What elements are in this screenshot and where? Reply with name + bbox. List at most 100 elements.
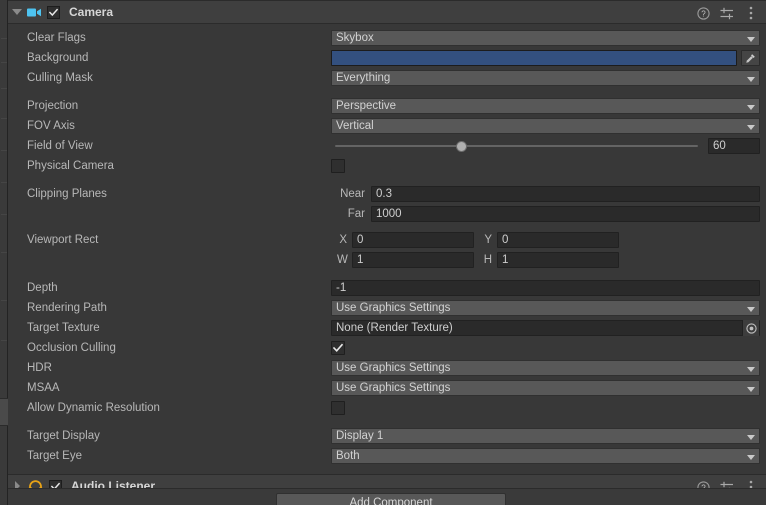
eyedropper-icon[interactable]	[741, 50, 760, 66]
add-component-button[interactable]: Add Component	[276, 493, 506, 505]
viewport-x-input[interactable]: 0	[352, 232, 474, 248]
fov-axis-dropdown[interactable]: Vertical	[331, 118, 760, 134]
property-row-culling-mask: Culling Mask Everything	[8, 68, 766, 88]
adjacent-panel-sliver	[0, 0, 8, 505]
camera-properties: Clear Flags Skybox Background Culling Ma…	[8, 24, 766, 474]
label-physical-camera: Physical Camera	[27, 160, 114, 172]
object-picker-icon[interactable]	[742, 320, 759, 336]
allow-dynamic-resolution-checkbox[interactable]	[331, 401, 345, 415]
depth-value: -1	[336, 282, 347, 294]
property-row-target-texture: Target Texture None (Render Texture)	[8, 318, 766, 338]
culling-mask-dropdown[interactable]: Everything	[331, 70, 760, 86]
culling-mask-value: Everything	[336, 72, 391, 84]
property-row-background: Background	[8, 48, 766, 68]
projection-dropdown[interactable]: Perspective	[331, 98, 760, 114]
field-of-view-input[interactable]: 60	[708, 138, 760, 154]
viewport-w-input[interactable]: 1	[352, 252, 474, 268]
chevron-down-icon	[747, 387, 755, 392]
hdr-value: Use Graphics Settings	[336, 362, 451, 374]
viewport-x-value: 0	[357, 234, 364, 246]
target-eye-dropdown[interactable]: Both	[331, 448, 760, 464]
msaa-value: Use Graphics Settings	[336, 382, 451, 394]
label-near: Near	[340, 188, 365, 200]
label-background: Background	[27, 52, 89, 64]
rendering-path-dropdown[interactable]: Use Graphics Settings	[331, 300, 760, 316]
viewport-w-value: 1	[357, 254, 364, 266]
panel-resize-grip[interactable]	[0, 398, 8, 426]
viewport-y-input[interactable]: 0	[497, 232, 619, 248]
camera-component-title: Camera	[69, 5, 114, 19]
clipping-far-value: 1000	[376, 208, 402, 220]
label-target-display: Target Display	[27, 430, 100, 442]
chevron-down-icon	[747, 125, 755, 130]
chevron-down-icon	[747, 105, 755, 110]
occlusion-culling-checkbox[interactable]	[331, 341, 345, 355]
clipping-near-input[interactable]: 0.3	[371, 186, 760, 202]
inspector-panel: Camera ? Clear Flags Skybox Background C…	[0, 0, 766, 505]
target-texture-object-field[interactable]: None (Render Texture)	[331, 320, 760, 336]
slider-track	[335, 145, 698, 147]
field-of-view-value: 60	[713, 140, 726, 152]
camera-foldout-toggle[interactable]	[8, 0, 26, 24]
add-component-area: Add Component	[8, 488, 766, 505]
field-of-view-slider[interactable]	[331, 136, 702, 156]
property-row-target-eye: Target Eye Both	[8, 446, 766, 466]
property-row-depth: Depth -1	[8, 278, 766, 298]
camera-header-actions: ?	[696, 1, 758, 25]
label-target-eye: Target Eye	[27, 450, 82, 462]
label-viewport-w: W	[337, 254, 348, 266]
rendering-path-value: Use Graphics Settings	[336, 302, 451, 314]
chevron-down-icon	[747, 435, 755, 440]
video-camera-icon	[26, 0, 43, 24]
clear-flags-dropdown[interactable]: Skybox	[331, 30, 760, 46]
label-far: Far	[347, 208, 365, 220]
chevron-down-icon	[12, 9, 22, 15]
depth-input[interactable]: -1	[331, 280, 760, 296]
label-culling-mask: Culling Mask	[27, 72, 93, 84]
background-color-swatch[interactable]	[331, 50, 737, 66]
property-row-clipping-planes-far: Far 1000	[8, 204, 766, 224]
property-row-viewport-rect-wh: W 1 H 1	[8, 250, 766, 270]
label-depth: Depth	[27, 282, 58, 294]
slider-handle[interactable]	[455, 141, 467, 152]
chevron-down-icon	[747, 307, 755, 312]
target-display-dropdown[interactable]: Display 1	[331, 428, 760, 444]
chevron-down-icon	[747, 455, 755, 460]
viewport-h-value: 1	[502, 254, 509, 266]
label-clear-flags: Clear Flags	[27, 32, 86, 44]
target-eye-value: Both	[336, 450, 360, 462]
clipping-near-value: 0.3	[376, 188, 392, 200]
viewport-h-input[interactable]: 1	[497, 252, 619, 268]
property-row-allow-dynamic-resolution: Allow Dynamic Resolution	[8, 398, 766, 418]
svg-text:?: ?	[701, 9, 706, 18]
chevron-down-icon	[747, 77, 755, 82]
label-projection: Projection	[27, 100, 79, 112]
chevron-down-icon	[747, 367, 755, 372]
more-menu-icon[interactable]	[744, 6, 758, 20]
target-display-value: Display 1	[336, 430, 384, 442]
physical-camera-checkbox[interactable]	[331, 159, 345, 173]
help-icon[interactable]: ?	[696, 6, 710, 20]
camera-component-header[interactable]: Camera ?	[8, 0, 766, 24]
label-allow-dynamic-resolution: Allow Dynamic Resolution	[27, 402, 160, 414]
hdr-dropdown[interactable]: Use Graphics Settings	[331, 360, 760, 376]
label-clipping-planes: Clipping Planes	[27, 188, 107, 200]
label-hdr: HDR	[27, 362, 52, 374]
camera-enabled-checkbox[interactable]	[47, 5, 60, 19]
label-viewport-rect: Viewport Rect	[27, 234, 99, 246]
label-msaa: MSAA	[27, 382, 60, 394]
label-viewport-x: X	[339, 234, 347, 246]
check-icon	[333, 343, 343, 352]
preset-settings-icon[interactable]	[720, 6, 734, 20]
property-row-physical-camera: Physical Camera	[8, 156, 766, 176]
chevron-down-icon	[747, 37, 755, 42]
msaa-dropdown[interactable]: Use Graphics Settings	[331, 380, 760, 396]
property-row-msaa: MSAA Use Graphics Settings	[8, 378, 766, 398]
label-rendering-path: Rendering Path	[27, 302, 107, 314]
property-row-projection: Projection Perspective	[8, 96, 766, 116]
clipping-far-input[interactable]: 1000	[371, 206, 760, 222]
property-row-viewport-rect-xy: Viewport Rect X 0 Y 0	[8, 230, 766, 250]
